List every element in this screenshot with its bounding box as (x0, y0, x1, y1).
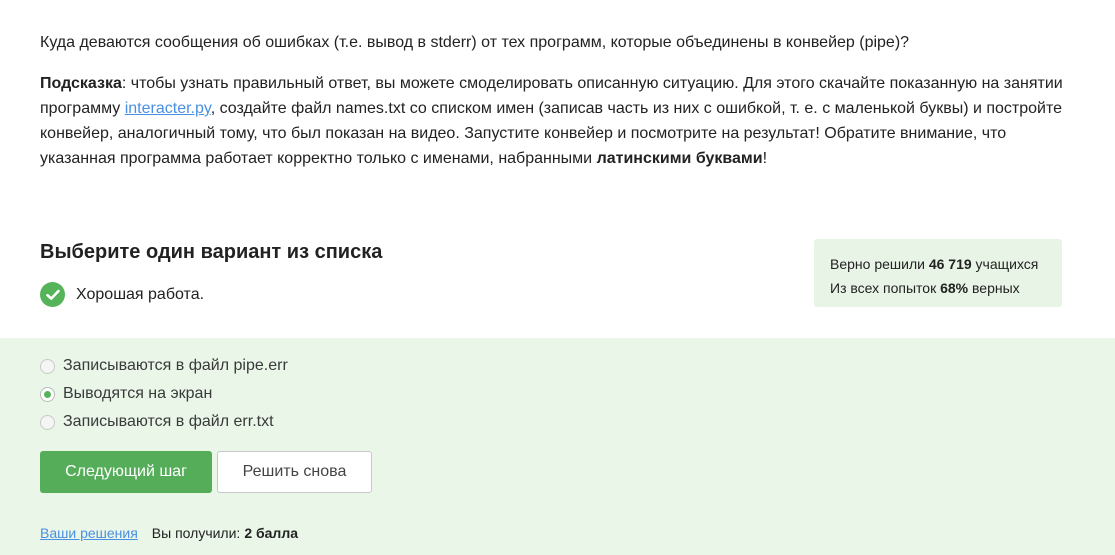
radio-dot (44, 390, 51, 398)
feedback-text: Хорошая работа. (76, 285, 205, 303)
option-screen[interactable]: Выводятся на экран (40, 385, 212, 403)
stats-solved-suffix: учащихся (975, 256, 1039, 272)
hint-bold: латинскими буквами (596, 150, 763, 167)
stats-box: Верно решили 46 719 учащихся Из всех поп… (814, 239, 1062, 307)
retry-button[interactable]: Решить снова (217, 451, 372, 493)
next-step-button[interactable]: Следующий шаг (40, 451, 212, 493)
hint-label: Подсказка (40, 75, 122, 92)
stats-percent-line: Из всех попыток 68% верных (830, 276, 1046, 300)
interacter-link[interactable]: interacter.py (125, 100, 211, 117)
option-label: Записываются в файл pipe.err (63, 357, 288, 374)
radio-icon[interactable] (40, 358, 55, 374)
option-err-txt[interactable]: Записываются в файл err.txt (40, 413, 274, 431)
question-block: Куда деваются сообщения об ошибках (т.е.… (40, 30, 1080, 171)
radio-icon[interactable] (40, 414, 55, 430)
question-text: Куда деваются сообщения об ошибках (т.е.… (40, 34, 910, 51)
stats-percent-prefix: Из всех попыток (830, 280, 937, 296)
option-label: Выводятся на экран (63, 385, 213, 402)
quiz-title: Выберите один вариант из списка (40, 241, 383, 263)
option-pipe-err[interactable]: Записываются в файл pipe.err (40, 357, 288, 375)
footer: Ваши решения Вы получили: 2 балла (40, 525, 298, 541)
stats-solved-prefix: Верно решили (830, 256, 925, 272)
stats-solved-count: 46 719 (928, 256, 972, 272)
radio-icon[interactable] (40, 386, 55, 402)
score-value: 2 балла (244, 525, 298, 541)
hint-end: ! (762, 150, 768, 167)
your-solutions-link[interactable]: Ваши решения (40, 525, 138, 541)
option-label: Записываются в файл err.txt (63, 413, 274, 430)
stats-solved-line: Верно решили 46 719 учащихся (830, 252, 1046, 276)
feedback-message: Хорошая работа. (40, 282, 204, 307)
hint-text: Подсказка: чтобы узнать правильный ответ… (40, 71, 1080, 171)
stats-percent-suffix: верных (972, 280, 1020, 296)
score-prefix: Вы получили: (151, 525, 241, 541)
check-circle-icon (40, 282, 65, 307)
stats-percent-value: 68% (940, 280, 969, 296)
